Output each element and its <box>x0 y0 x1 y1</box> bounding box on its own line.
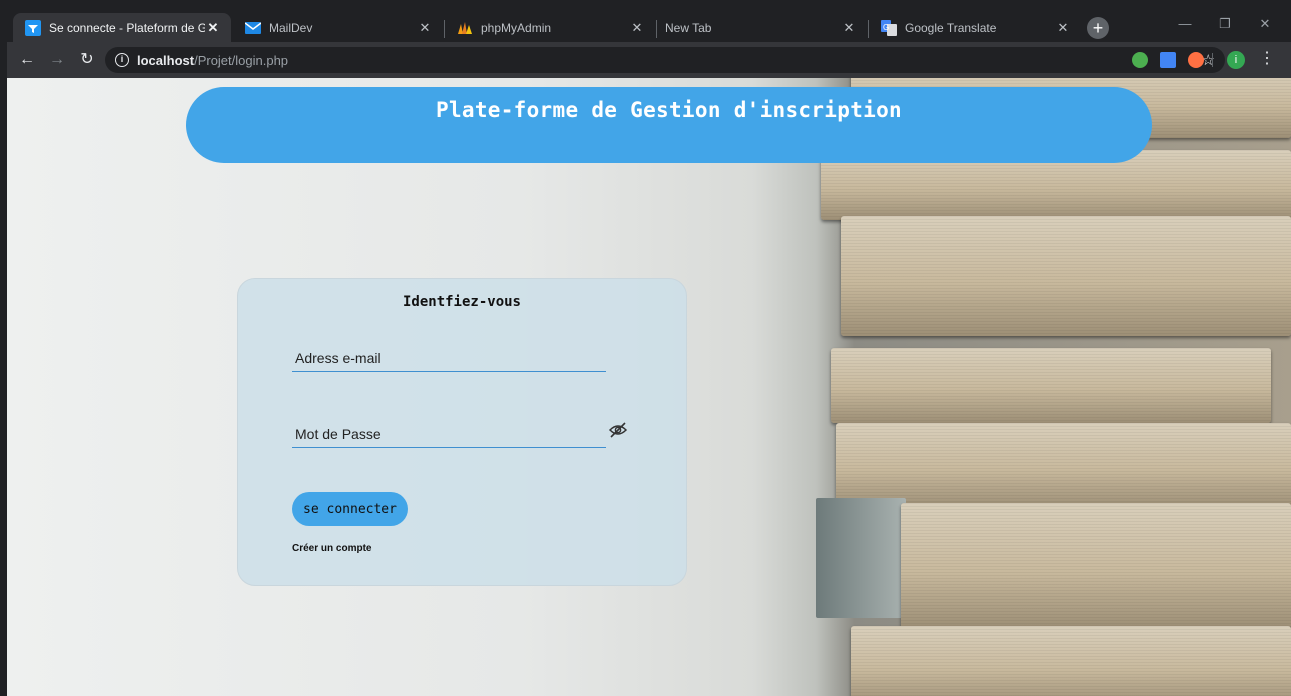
browser-chrome: Se connecte - Plateform de Ge ✕ MailDev … <box>7 0 1291 78</box>
tab-title: Google Translate <box>905 20 997 35</box>
forward-arrow-icon[interactable]: → <box>47 50 67 70</box>
profile-avatar[interactable]: i <box>1227 51 1245 69</box>
svg-text:G: G <box>883 23 889 32</box>
form-icon <box>25 19 41 36</box>
book <box>836 423 1291 508</box>
password-field <box>292 420 606 448</box>
email-field <box>292 344 606 372</box>
close-icon[interactable]: ✕ <box>1055 20 1071 36</box>
mail-icon <box>245 20 261 36</box>
url-text: localhost/Projet/login.php <box>137 52 289 68</box>
tab-title: phpMyAdmin <box>481 20 552 35</box>
translate-extension-icon[interactable] <box>1160 52 1176 68</box>
tab-title: New Tab <box>665 20 712 35</box>
tab-maildev[interactable]: MailDev ✕ <box>233 13 443 42</box>
restore-icon[interactable]: ❐ <box>1207 10 1243 40</box>
close-icon[interactable]: ✕ <box>841 20 857 36</box>
tab-google-translate[interactable]: G Google Translate ✕ <box>869 13 1081 42</box>
new-tab-button[interactable]: + <box>1087 17 1109 39</box>
email-input[interactable] <box>292 344 606 371</box>
eye-slash-icon[interactable] <box>608 422 628 438</box>
browser-toolbar: ← → ↻ i localhost/Projet/login.php ☆ i ⋮ <box>7 42 1291 78</box>
page-viewport: Plate-forme de Gestion d'inscription Ide… <box>7 78 1291 696</box>
reload-icon[interactable]: ↻ <box>77 50 97 70</box>
book-spine <box>816 498 906 618</box>
tab-strip: Se connecte - Plateform de Ge ✕ MailDev … <box>7 10 1291 42</box>
address-bar[interactable]: i localhost/Projet/login.php ☆ <box>105 47 1225 73</box>
menu-kebab-icon[interactable]: ⋮ <box>1259 50 1275 68</box>
shield-extension-icon[interactable] <box>1132 52 1148 68</box>
login-button[interactable]: se connecter <box>292 492 408 526</box>
password-input[interactable] <box>292 420 606 447</box>
book <box>901 503 1291 628</box>
phpmyadmin-icon <box>457 20 473 36</box>
tab-new-tab[interactable]: New Tab ✕ <box>657 13 867 42</box>
book <box>851 626 1291 696</box>
toolbar-divider <box>1212 53 1213 67</box>
info-icon[interactable]: i <box>115 53 129 67</box>
translate-icon: G <box>881 19 897 36</box>
tab-title: Se connecte - Plateform de Ge <box>49 20 205 35</box>
login-form: Identfiez-vous se connecter Créer un com… <box>237 278 687 586</box>
close-icon[interactable]: ✕ <box>417 20 433 36</box>
header-banner: Plate-forme de Gestion d'inscription <box>186 87 1152 163</box>
close-icon[interactable]: ✕ <box>205 20 221 36</box>
book <box>831 348 1271 423</box>
tab-title: MailDev <box>269 20 313 35</box>
back-arrow-icon[interactable]: ← <box>17 50 37 70</box>
close-icon[interactable]: ✕ <box>629 20 645 36</box>
login-title: Identfiez-vous <box>402 294 521 310</box>
tab-login[interactable]: Se connecte - Plateform de Ge ✕ <box>13 13 231 42</box>
book <box>841 216 1291 336</box>
close-window-icon[interactable]: ✕ <box>1247 10 1283 40</box>
books-background-image <box>811 78 1291 696</box>
create-account-link[interactable]: Créer un compte <box>292 543 371 554</box>
page-title: Plate-forme de Gestion d'inscription <box>436 98 902 122</box>
tab-phpmyadmin[interactable]: phpMyAdmin ✕ <box>445 13 655 42</box>
minimize-icon[interactable]: — <box>1167 10 1203 40</box>
extension-icon[interactable] <box>1188 52 1204 68</box>
